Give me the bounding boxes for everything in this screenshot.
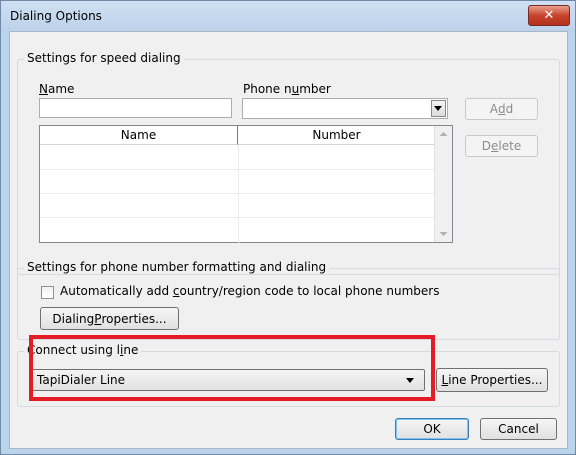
window-title: Dialing Options (10, 9, 102, 23)
column-header-number[interactable]: Number (238, 126, 436, 145)
name-input[interactable] (39, 98, 232, 118)
cancel-button[interactable]: Cancel (480, 418, 557, 440)
close-button[interactable]: ✕ (528, 5, 570, 26)
speed-dial-list[interactable]: Name Number (39, 125, 453, 243)
scroll-up-icon[interactable] (435, 126, 452, 143)
highlight-annotation (29, 335, 435, 401)
speed-dialing-legend: Settings for speed dialing (24, 51, 184, 65)
phone-number-combobox[interactable] (242, 98, 448, 119)
chevron-down-icon (434, 106, 442, 111)
column-header-name[interactable]: Name (40, 126, 238, 145)
country-code-checkbox[interactable] (41, 286, 54, 299)
dialog-window: Dialing Options ✕ Settings for speed dia… (0, 0, 576, 455)
country-code-checkbox-label[interactable]: Automatically add country/region code to… (60, 284, 439, 298)
phone-number-dropdown-button[interactable] (431, 100, 446, 117)
name-label: Name (39, 82, 75, 96)
vertical-scrollbar[interactable] (434, 126, 452, 242)
close-icon: ✕ (543, 8, 555, 23)
dialing-properties-button[interactable]: Dialing Properties... (40, 307, 179, 330)
speed-dialing-group: Settings for speed dialing Name Phone nu… (17, 51, 560, 275)
formatting-group: Settings for phone number formatting and… (17, 260, 560, 340)
add-button[interactable]: Add (465, 98, 538, 120)
column-divider (238, 145, 239, 243)
phone-number-label: Phone number (243, 82, 331, 96)
delete-button[interactable]: De lete (465, 135, 538, 157)
line-properties-button[interactable]: Line Properties... (436, 368, 548, 392)
scroll-down-icon[interactable] (435, 225, 452, 242)
title-bar: Dialing Options ✕ (1, 1, 575, 31)
formatting-legend: Settings for phone number formatting and… (24, 260, 330, 274)
ok-button[interactable]: OK (395, 418, 469, 440)
